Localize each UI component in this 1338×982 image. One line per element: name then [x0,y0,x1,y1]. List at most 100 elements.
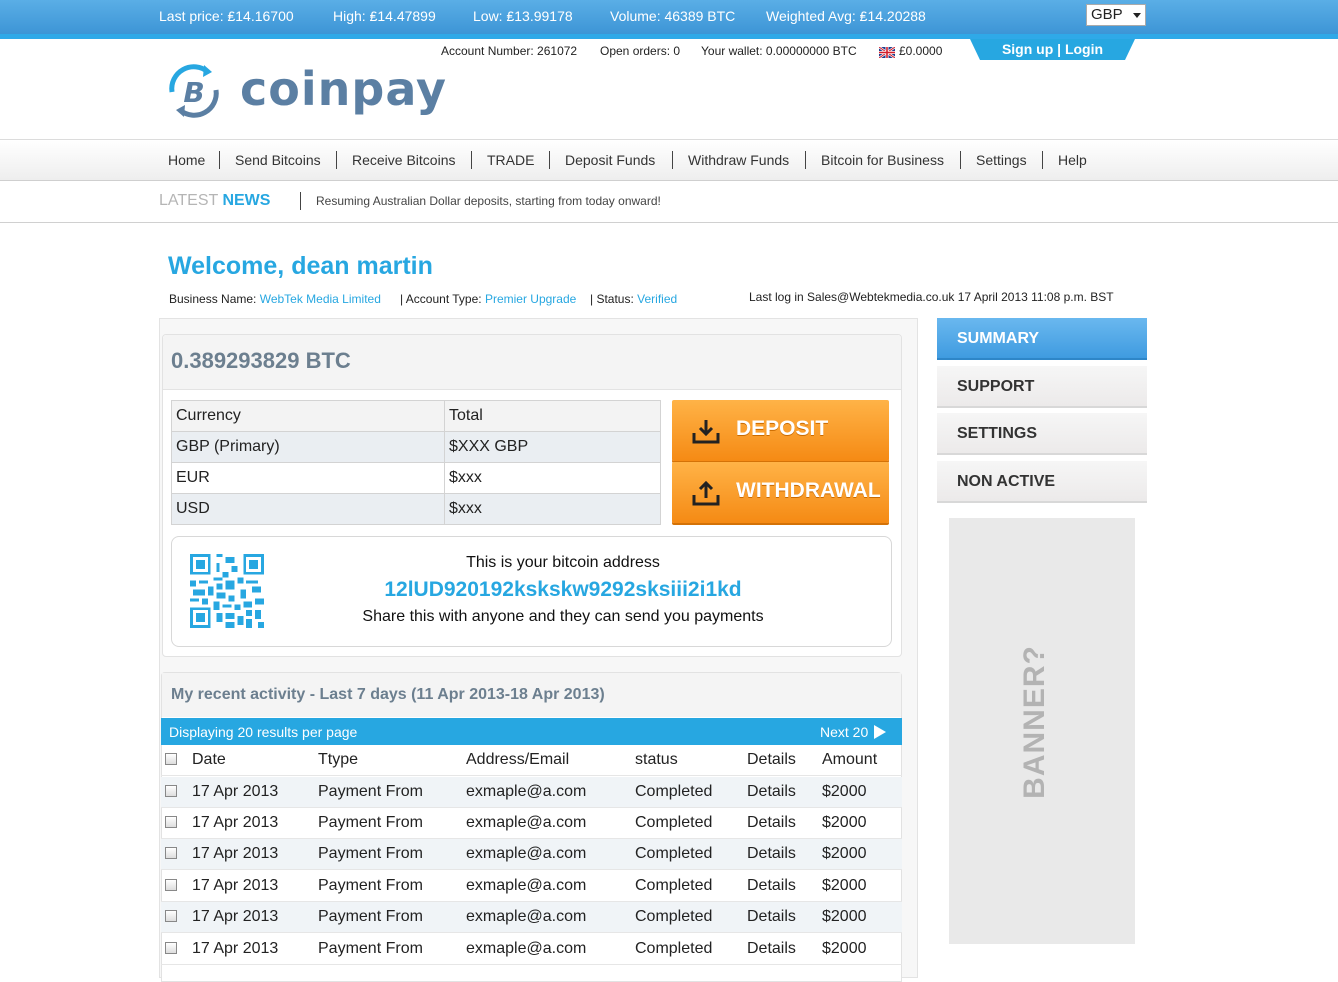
date-cell: 17 Apr 2013 [192,845,279,862]
details-link[interactable]: Details [747,908,796,926]
total-cell: $XXX GBP [444,431,661,463]
table-row[interactable]: 17 Apr 2013 Payment From exmaple@a.com C… [161,934,902,965]
row-checkbox[interactable] [165,879,177,891]
nav-separator [219,151,220,169]
sidebar-item-non-active[interactable]: NON ACTIVE [937,461,1147,503]
total-cell: $xxx [444,462,661,494]
select-all-checkbox[interactable] [165,753,177,765]
date-cell: 17 Apr 2013 [192,940,279,957]
address-caption: This is your bitcoin address [466,554,660,571]
table-row[interactable]: 17 Apr 2013 Payment From exmaple@a.com C… [161,839,902,870]
nav-receive-bitcoins[interactable]: Receive Bitcoins [352,152,456,168]
type-cell: Payment From [318,940,423,957]
currency-select[interactable]: GBP [1086,4,1146,26]
news-title-latest: LATEST [159,192,223,209]
status-cell: Completed [635,814,713,831]
low-price: Low: ₤13.99178 [473,8,573,24]
signup-login-link[interactable]: Sign up | Login [970,41,1135,57]
row-checkbox[interactable] [165,910,177,922]
bitcoin-address[interactable]: 12lUD920192ksksk­w9292sksiii2i1kd [333,578,793,602]
nav-separator [960,151,961,169]
details-link[interactable]: Details [747,783,796,801]
row-checkbox[interactable] [165,785,177,797]
amount-cell: $2000 [822,814,867,831]
nav-deposit-funds[interactable]: Deposit Funds [565,152,655,168]
svg-text:B: B [183,76,204,109]
volume: Volume: 46389 BTC [610,8,736,24]
nav-bitcoin-for-business[interactable]: Bitcoin for Business [821,152,944,168]
sidebar-item-label: NON ACTIVE [957,473,1056,490]
date-cell: 17 Apr 2013 [192,783,279,800]
amount-cell: $2000 [822,783,867,800]
nav-send-bitcoins[interactable]: Send Bitcoins [235,152,321,168]
nav-help[interactable]: Help [1058,152,1087,168]
deposit-button-label: DEPOSIT [736,417,829,440]
chevron-down-icon [1133,13,1141,18]
currency-cell: GBP (Primary) [171,431,445,463]
last-price: Last price: ₤14.16700 [159,8,294,24]
details-link[interactable]: Details [747,845,796,863]
table-row[interactable]: 17 Apr 2013 Payment From exmaple@a.com C… [161,808,902,839]
address-share-note: Share this with anyone and they can send… [362,608,764,625]
row-checkbox[interactable] [165,816,177,828]
address-cell: exmaple@a.com [466,908,587,925]
withdrawal-button-label: WITHDRAWAL [736,479,881,502]
row-checkbox[interactable] [165,942,177,954]
download-icon [692,420,720,444]
address-cell: exmaple@a.com [466,814,587,831]
details-link[interactable]: Details [747,814,796,832]
table-row[interactable]: 17 Apr 2013 Payment From exmaple@a.com C… [161,871,902,902]
nav-separator [549,151,550,169]
details-link[interactable]: Details [747,877,796,895]
table-row[interactable]: 17 Apr 2013 Payment From exmaple@a.com C… [161,777,902,808]
fiat-balance: £0.0000 [899,44,943,58]
table-row[interactable]: 17 Apr 2013 Payment From exmaple@a.com C… [161,902,902,933]
address-cell: exmaple@a.com [466,877,587,894]
nav-separator [805,151,806,169]
uk-flag-icon [879,47,895,58]
next-page-button[interactable]: Next 20 [820,724,868,740]
results-per-page: Displaying 20 results per page [169,724,358,740]
account-type-value[interactable]: Premier Upgrade [485,292,576,306]
sidebar-item-settings[interactable]: SETTINGS [937,413,1147,455]
nav-separator [1042,151,1043,169]
withdrawal-button[interactable]: WITHDRAWAL [672,462,889,523]
row-checkbox[interactable] [165,847,177,859]
account-type-label: | Account Type: [400,292,485,306]
nav-trade[interactable]: TRADE [487,152,534,168]
activity-title: My recent activity - Last 7 days (11 Apr… [171,686,605,703]
nav-settings[interactable]: Settings [976,152,1027,168]
type-cell: Payment From [318,783,423,800]
welcome-title: Welcome, dean martin [168,252,433,280]
details-link[interactable]: Details [747,940,796,958]
currency-select-value: GBP [1091,6,1123,23]
type-cell: Payment From [318,877,423,894]
activity-header-row: Date Ttype Address/Email status Details … [161,745,902,776]
play-arrow-icon[interactable] [874,725,886,739]
account-status-value[interactable]: Verified [637,292,677,306]
total-cell: $xxx [444,493,661,525]
qr-code-icon[interactable] [190,554,264,628]
deposit-button[interactable]: DEPOSIT [672,400,889,461]
news-headline[interactable]: Resuming Australian Dollar deposits, sta… [316,194,661,208]
table-row: USD $xxx [171,493,661,525]
col-header-address: Address/Email [466,751,570,768]
address-cell: exmaple@a.com [466,783,587,800]
status-cell: Completed [635,940,713,957]
address-cell: exmaple@a.com [466,845,587,862]
nav-home[interactable]: Home [168,152,205,168]
open-orders: Open orders: 0 [600,44,681,58]
btc-balance: 0.389293829 BTC [171,348,351,373]
coinpay-logo-text[interactable]: coinpay [240,62,447,116]
type-cell: Payment From [318,908,423,925]
nav-withdraw-funds[interactable]: Withdraw Funds [688,152,789,168]
sidebar-item-summary[interactable]: SUMMARY [937,318,1147,360]
sidebar-item-support[interactable]: SUPPORT [937,366,1147,408]
business-name-value[interactable]: WebTek Media Limited [260,292,381,306]
nav-separator [471,151,472,169]
col-header-details: Details [747,751,796,768]
nav-separator [672,151,673,169]
address-cell: exmaple@a.com [466,940,587,957]
col-header-total: Total [444,400,661,432]
coinpay-logo-icon[interactable]: B [162,60,226,122]
